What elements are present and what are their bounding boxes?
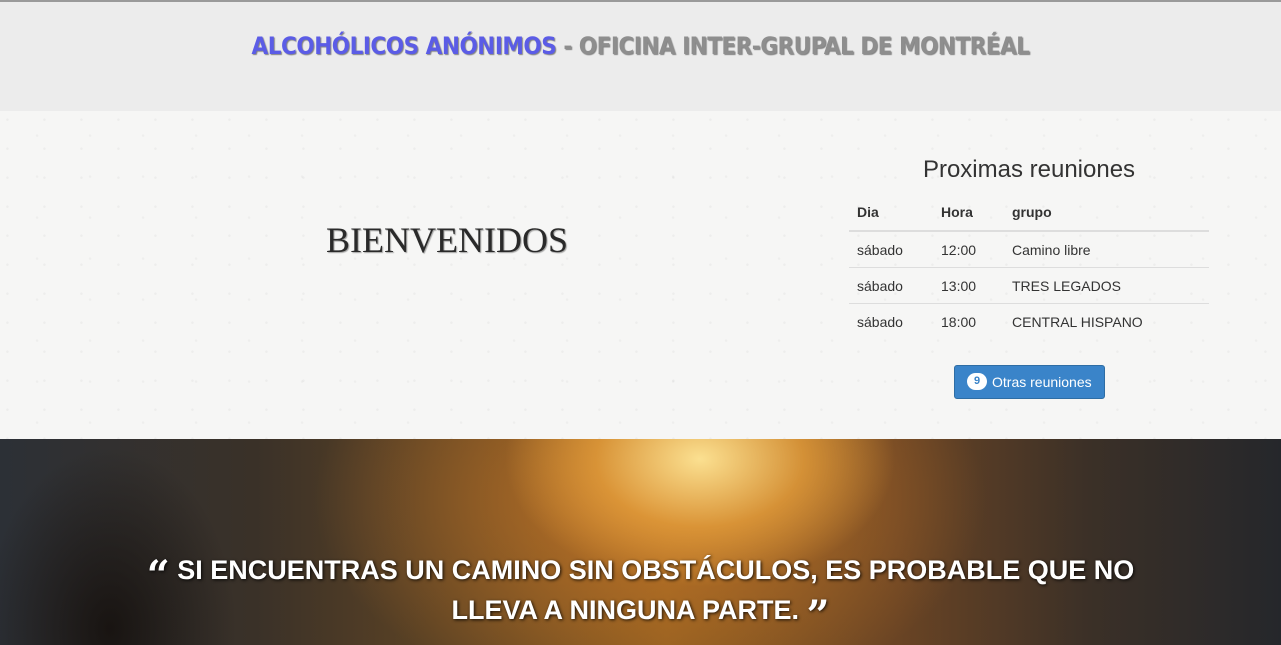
site-title-brand[interactable]: ALCOHÓLICOS ANÓNIMOS bbox=[252, 32, 557, 60]
table-row: sábado 13:00 TRES LEGADOS bbox=[849, 267, 1209, 304]
meetings-table: Dia Hora grupo sábado 12:00 Camino libre… bbox=[849, 198, 1209, 339]
site-header: ALCOHÓLICOS ANÓNIMOS - OFICINA INTER-GRU… bbox=[0, 2, 1281, 111]
quote-left-icon: “ bbox=[146, 552, 170, 599]
cell-hora: 18:00 bbox=[941, 314, 977, 330]
cell-dia: sábado bbox=[849, 231, 933, 268]
meetings-title: Proximas reuniones bbox=[922, 156, 1136, 183]
table-header-row: Dia Hora grupo bbox=[849, 198, 1209, 232]
meetings-count-badge: 9 bbox=[967, 373, 987, 390]
upcoming-meetings-panel: Proximas reuniones Dia Hora grupo sábado… bbox=[849, 156, 1209, 399]
cell-grupo: Camino libre bbox=[1004, 231, 1209, 268]
cell-hora: 12:00 bbox=[933, 231, 1004, 268]
cell-dia: sábado bbox=[857, 314, 903, 330]
quote-banner: “ SI ENCUENTRAS UN CAMINO SIN OBSTÁCULOS… bbox=[0, 439, 1281, 645]
site-title[interactable]: ALCOHÓLICOS ANÓNIMOS - OFICINA INTER-GRU… bbox=[0, 32, 1281, 60]
cell-hora: 13:00 bbox=[933, 267, 1004, 304]
quote-line-1: SI ENCUENTRAS UN CAMINO SIN OBSTÁCULOS, … bbox=[177, 555, 1135, 585]
table-row: sábado 18:00 CENTRAL HISPANO bbox=[849, 304, 1209, 340]
column-header-hora: Hora bbox=[933, 198, 1004, 232]
main-section: BIENVENIDOS Proximas reuniones Dia Hora … bbox=[0, 111, 1281, 439]
site-title-rest: - OFICINA INTER-GRUPAL DE MONTRÉAL bbox=[556, 32, 1030, 60]
quote-line-2: LLEVA A NINGUNA PARTE. bbox=[451, 595, 799, 625]
other-meetings-button[interactable]: 9 Otras reuniones bbox=[954, 365, 1105, 399]
cell-grupo: CENTRAL HISPANO bbox=[1012, 314, 1143, 330]
table-row: sábado 12:00 Camino libre bbox=[849, 231, 1209, 268]
column-header-grupo: grupo bbox=[1004, 198, 1209, 232]
welcome-heading: BIENVENIDOS bbox=[326, 220, 568, 260]
quote-right-icon: ” bbox=[806, 592, 830, 639]
other-meetings-label: Otras reuniones bbox=[992, 373, 1092, 390]
quote-text: “ SI ENCUENTRAS UN CAMINO SIN OBSTÁCULOS… bbox=[0, 550, 1281, 636]
cell-grupo: TRES LEGADOS bbox=[1004, 267, 1209, 304]
column-header-dia: Dia bbox=[849, 198, 933, 232]
cell-dia: sábado bbox=[849, 267, 933, 304]
